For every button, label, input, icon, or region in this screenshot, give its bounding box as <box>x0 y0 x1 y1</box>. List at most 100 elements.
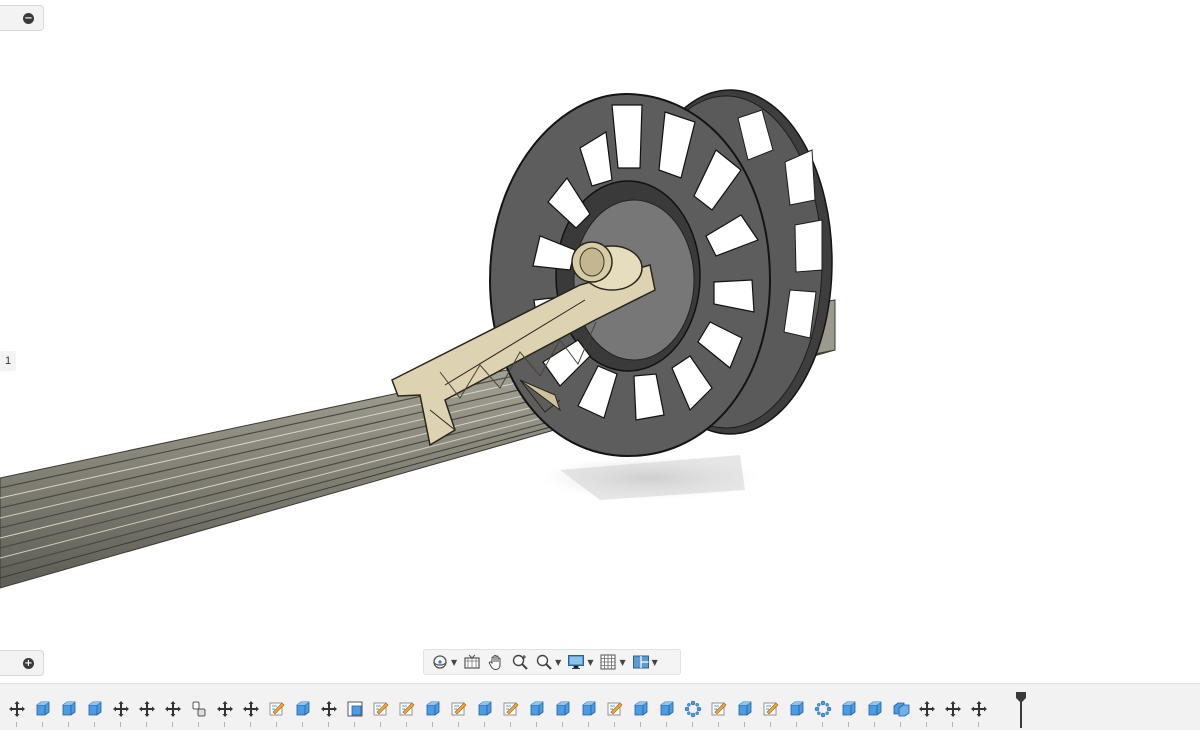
chevron-down-icon: ▼ <box>587 657 594 667</box>
timeline-feature-body[interactable] <box>628 698 654 727</box>
move-icon <box>217 701 233 717</box>
move-icon <box>919 701 935 717</box>
move-icon <box>9 701 25 717</box>
timeline-feature-body[interactable] <box>56 698 82 727</box>
timeline-feature-sketch[interactable] <box>706 698 732 727</box>
chevron-down-icon: ▼ <box>619 657 626 667</box>
move-icon <box>139 701 155 717</box>
timeline-feature-body[interactable] <box>732 698 758 727</box>
timeline-feature-body[interactable] <box>836 698 862 727</box>
timeline-feature-sketch[interactable] <box>498 698 524 727</box>
timeline-feature-sketch[interactable] <box>446 698 472 727</box>
timeline-feature-body[interactable] <box>784 698 810 727</box>
timeline-feature-move[interactable] <box>966 698 992 727</box>
timeline-feature-sketch[interactable] <box>368 698 394 727</box>
timeline-feature-sketch[interactable] <box>602 698 628 727</box>
chevron-down-icon: ▼ <box>555 657 562 667</box>
grid-icon <box>600 654 616 670</box>
move-icon <box>945 701 961 717</box>
timeline-feature-derive[interactable] <box>342 698 368 727</box>
body-icon <box>842 701 856 716</box>
sketch-icon <box>269 702 285 716</box>
display-settings-button[interactable]: ▼ <box>564 651 596 673</box>
timeline-feature-pattern[interactable] <box>810 698 836 727</box>
orbit-icon <box>433 655 447 669</box>
timeline-feature-move[interactable] <box>160 698 186 727</box>
grid-snaps-button[interactable]: ▼ <box>596 651 628 673</box>
timeline-feature-body[interactable] <box>524 698 550 727</box>
body-icon <box>634 701 648 716</box>
body-icon <box>582 701 596 716</box>
body-icon <box>88 701 102 716</box>
component-icon <box>893 702 910 717</box>
sketch-icon <box>503 702 519 716</box>
model-canvas[interactable] <box>0 0 1200 640</box>
comments-panel-toggle[interactable]: + <box>0 650 44 676</box>
body-icon <box>478 701 492 716</box>
move-icon <box>243 701 259 717</box>
timeline-feature-move[interactable] <box>914 698 940 727</box>
timeline-feature-move[interactable] <box>4 698 30 727</box>
pan-hand-icon <box>488 655 501 671</box>
sketch-icon <box>373 702 389 716</box>
pan-button[interactable] <box>484 651 508 673</box>
timeline-feature-body[interactable] <box>654 698 680 727</box>
chevron-down-icon: ▼ <box>451 657 458 667</box>
side-panel-label: 1 <box>0 351 16 371</box>
body-icon <box>530 701 544 716</box>
timeline-feature-sketch[interactable] <box>758 698 784 727</box>
timeline-marker[interactable] <box>1015 692 1027 728</box>
orbit-button[interactable]: ▼ <box>428 651 460 673</box>
body-icon <box>62 701 76 716</box>
look-at-button[interactable] <box>460 651 484 673</box>
timeline-feature-move[interactable] <box>212 698 238 727</box>
zoom-button[interactable] <box>508 651 532 673</box>
body-icon <box>868 701 882 716</box>
body-icon <box>790 701 804 716</box>
timeline-feature-body[interactable] <box>862 698 888 727</box>
timeline-feature-move[interactable] <box>316 698 342 727</box>
plus-circle-icon: + <box>23 657 34 669</box>
move-icon <box>165 701 181 717</box>
timeline-feature-move[interactable] <box>134 698 160 727</box>
move-icon <box>113 701 129 717</box>
viewports-icon <box>632 655 649 669</box>
timeline-feature-move[interactable] <box>108 698 134 727</box>
timeline-feature-pattern[interactable] <box>680 698 706 727</box>
fusion-workspace: − 1 + ▼ ▼ ▼ ▼ ▼ <box>0 0 1200 730</box>
timeline-feature-body[interactable] <box>82 698 108 727</box>
sketch-icon <box>711 702 727 716</box>
body-icon <box>738 701 752 716</box>
fit-button[interactable]: ▼ <box>532 651 564 673</box>
timeline-feature-body[interactable] <box>576 698 602 727</box>
timeline-features <box>4 698 992 727</box>
pattern-icon <box>814 700 832 718</box>
look-at-icon <box>464 654 480 669</box>
timeline-feature-move[interactable] <box>940 698 966 727</box>
3d-viewport[interactable] <box>0 0 1200 640</box>
timeline-feature-joint[interactable] <box>186 698 212 727</box>
zoom-icon <box>512 654 528 670</box>
pattern-icon <box>684 700 702 718</box>
timeline-feature-component[interactable] <box>888 698 914 727</box>
sketch-icon <box>451 702 467 716</box>
timeline-feature-body[interactable] <box>290 698 316 727</box>
minus-circle-icon: − <box>23 12 34 24</box>
move-icon <box>971 701 987 717</box>
display-settings-icon <box>568 655 585 669</box>
timeline-feature-body[interactable] <box>30 698 56 727</box>
body-icon <box>36 701 50 716</box>
sketch-icon <box>607 702 623 716</box>
browser-panel-toggle[interactable]: − <box>0 5 44 31</box>
ground-shadow <box>540 455 760 500</box>
timeline-feature-body[interactable] <box>472 698 498 727</box>
timeline-feature-body[interactable] <box>420 698 446 727</box>
body-icon <box>556 701 570 716</box>
timeline-feature-body[interactable] <box>550 698 576 727</box>
viewports-button[interactable]: ▼ <box>629 651 661 673</box>
sketch-icon <box>399 702 415 716</box>
timeline-feature-sketch[interactable] <box>394 698 420 727</box>
body-icon <box>426 701 440 716</box>
timeline-feature-sketch[interactable] <box>264 698 290 727</box>
timeline-feature-move[interactable] <box>238 698 264 727</box>
